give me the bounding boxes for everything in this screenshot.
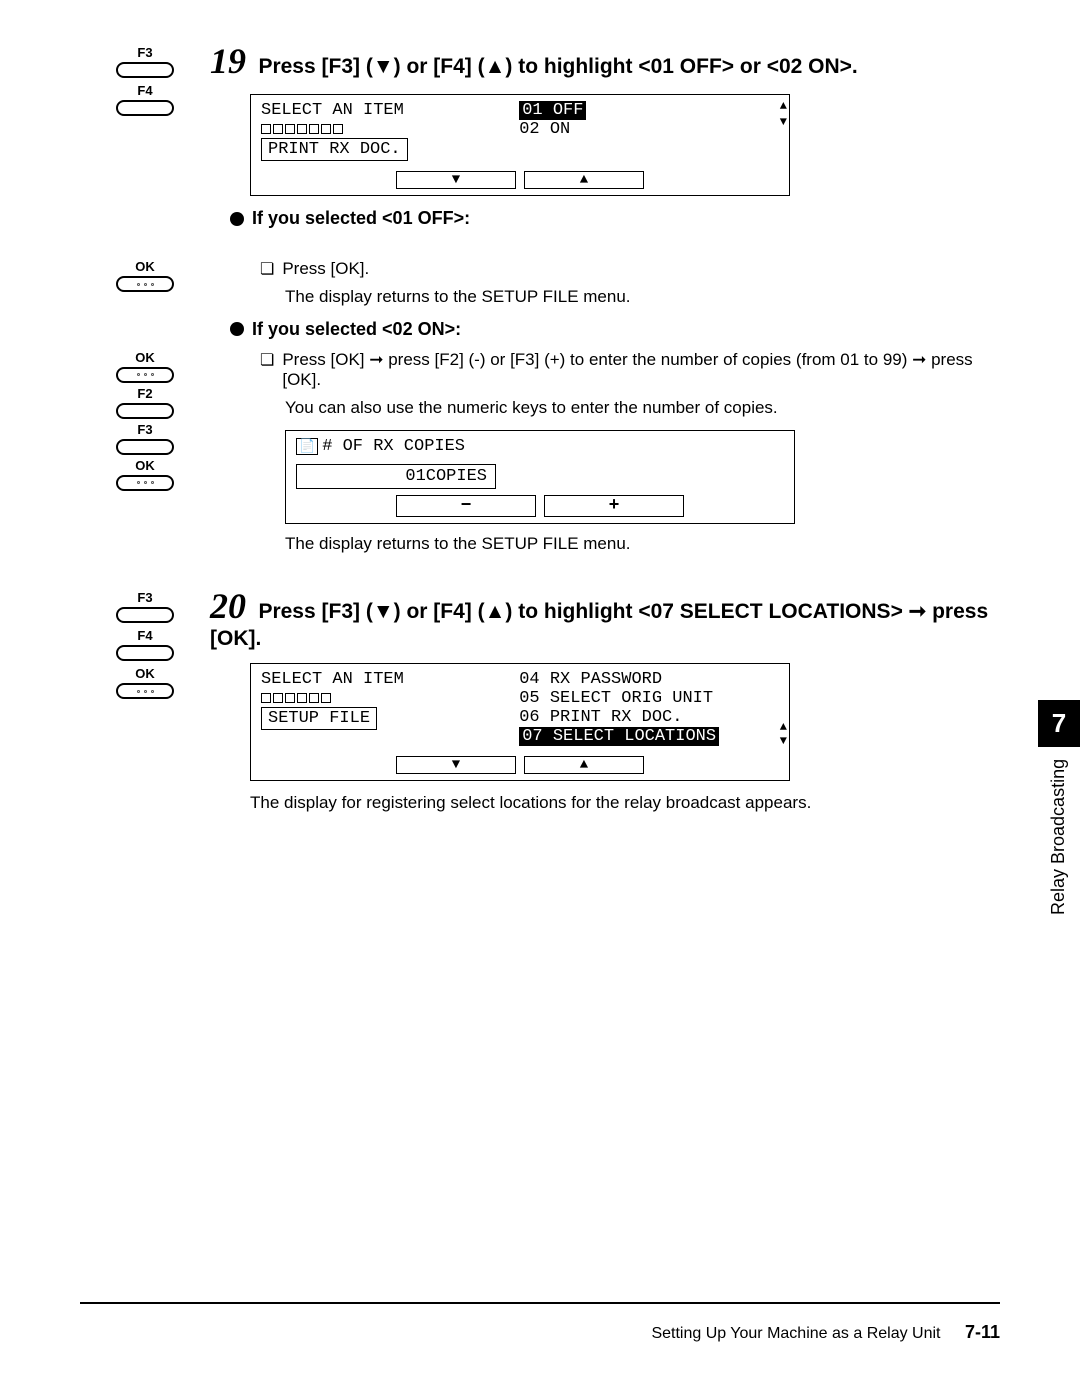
lcd20-r4: 07 SELECT LOCATIONS xyxy=(519,727,719,746)
key-ok-off: OK xyxy=(80,259,210,292)
lcd19-opt1: 01 OFF xyxy=(519,101,586,120)
k20-f3-shape xyxy=(116,607,174,623)
key-f3-label: F3 xyxy=(110,45,180,60)
on-b2-desc: The display returns to the SETUP FILE me… xyxy=(285,532,1000,556)
k20-f4: F4 xyxy=(110,628,180,643)
lcd20-r1: 04 RX PASSWORD xyxy=(519,670,779,689)
k-ok-2: OK xyxy=(110,458,180,473)
footer-text: Setting Up Your Machine as a Relay Unit xyxy=(651,1325,940,1342)
key-f4: F4 xyxy=(110,83,180,116)
lcd-copies: 📄# OF RX COPIES 01COPIES − + xyxy=(285,430,795,524)
step-19-number: 19 xyxy=(210,41,246,81)
lcd20-btn-down: ▼ xyxy=(396,756,516,774)
lcd19-btn-up: ▲ xyxy=(524,171,644,189)
step-19-heading: 19 Press [F3] (▼) or [F4] (▲) to highlig… xyxy=(210,40,1000,82)
k20-ok-shape xyxy=(116,683,174,699)
lcd19-btn-down: ▼ xyxy=(396,171,516,189)
bullet-icon xyxy=(230,212,244,226)
sub-on-heading: If you selected <02 ON>: xyxy=(230,319,1000,340)
lcd20-scroll-up: ▲ xyxy=(780,720,787,734)
key-stack-on: OK F2 F3 OK xyxy=(80,350,210,491)
lcd20-left-title: SELECT AN ITEM xyxy=(261,670,499,689)
off-b1-desc: The display returns to the SETUP FILE me… xyxy=(285,285,1000,309)
sub-on-heading-text: If you selected <02 ON>: xyxy=(252,319,461,340)
lcd19-left-box: PRINT RX DOC. xyxy=(261,138,408,161)
key-stack-19: F3 F4 xyxy=(80,40,210,239)
doc-icon: 📄 xyxy=(296,438,318,455)
lcd-step20: SELECT AN ITEM SETUP FILE ▲ ▼ 04 RX PASS… xyxy=(250,663,790,781)
k-ok-2-shape xyxy=(116,475,174,491)
lcd19-left-title: SELECT AN ITEM xyxy=(261,101,499,120)
k-f3-shape xyxy=(116,439,174,455)
bullet-icon-2 xyxy=(230,322,244,336)
off-bullet: ❏ Press [OK]. xyxy=(260,259,1000,279)
sub-off-heading-text: If you selected <01 OFF>: xyxy=(252,208,470,229)
key-ok-shape xyxy=(116,276,174,292)
lcd19-scroll-down: ▼ xyxy=(780,115,787,129)
footer-page: 7-11 xyxy=(965,1322,1000,1342)
k-f2-shape xyxy=(116,403,174,419)
key-ok-label: OK xyxy=(110,259,180,274)
square-icon-2: ❏ xyxy=(260,350,274,390)
tab-label: Relay Broadcasting xyxy=(1038,747,1079,1007)
lcd19-scroll-up: ▲ xyxy=(780,99,787,113)
off-b1-text: Press [OK]. xyxy=(282,259,369,279)
k-f3: F3 xyxy=(110,422,180,437)
key-f3-shape xyxy=(116,62,174,78)
square-icon: ❏ xyxy=(260,259,274,279)
plus-btn: + xyxy=(544,495,684,517)
lcd-step19: SELECT AN ITEM PRINT RX DOC. ▲ ▼ 01 OFF … xyxy=(250,94,790,196)
side-tab: 7 Relay Broadcasting xyxy=(1038,700,1080,1020)
k20-ok: OK xyxy=(110,666,180,681)
key-stack-20: F3 F4 OK xyxy=(80,585,210,813)
key-f4-shape xyxy=(116,100,174,116)
step-20-title: Press [F3] (▼) or [F4] (▲) to highlight … xyxy=(210,600,988,650)
step-20-number: 20 xyxy=(210,586,246,626)
on-bullet: ❏ Press [OK] ➞ press [F2] (-) or [F3] (+… xyxy=(260,350,1000,390)
lcd20-r2: 05 SELECT ORIG UNIT xyxy=(519,689,779,708)
on-b1-text: Press [OK] ➞ press [F2] (-) or [F3] (+) … xyxy=(282,350,1000,390)
lcd20-progress xyxy=(261,693,499,703)
lcd20-left-box: SETUP FILE xyxy=(261,707,377,730)
step-19-title: Press [F3] (▼) or [F4] (▲) to highlight … xyxy=(258,55,857,78)
lcd-copies-title: # OF RX COPIES xyxy=(322,437,465,456)
k-ok-1-shape xyxy=(116,367,174,383)
k-f2: F2 xyxy=(110,386,180,401)
lcd19-progress xyxy=(261,124,499,134)
lcd19-opt2: 02 ON xyxy=(519,120,779,139)
lcd20-r3: 06 PRINT RX DOC. xyxy=(519,708,779,727)
minus-btn: − xyxy=(396,495,536,517)
step-20-heading: 20 Press [F3] (▼) or [F4] (▲) to highlig… xyxy=(210,585,1000,651)
k20-f3: F3 xyxy=(110,590,180,605)
lcd-copies-val: 01COPIES xyxy=(296,464,496,489)
step20-desc: The display for registering select locat… xyxy=(250,793,1000,813)
key-f4-label: F4 xyxy=(110,83,180,98)
lcd20-scroll-down: ▼ xyxy=(780,734,787,748)
on-b1-desc: You can also use the numeric keys to ent… xyxy=(285,396,1000,420)
tab-number: 7 xyxy=(1038,700,1080,747)
k20-f4-shape xyxy=(116,645,174,661)
key-f3: F3 xyxy=(110,45,180,78)
lcd20-btn-up: ▲ xyxy=(524,756,644,774)
page-footer: Setting Up Your Machine as a Relay Unit … xyxy=(80,1302,1000,1343)
sub-off-heading: If you selected <01 OFF>: xyxy=(230,208,1000,229)
k-ok-1: OK xyxy=(110,350,180,365)
